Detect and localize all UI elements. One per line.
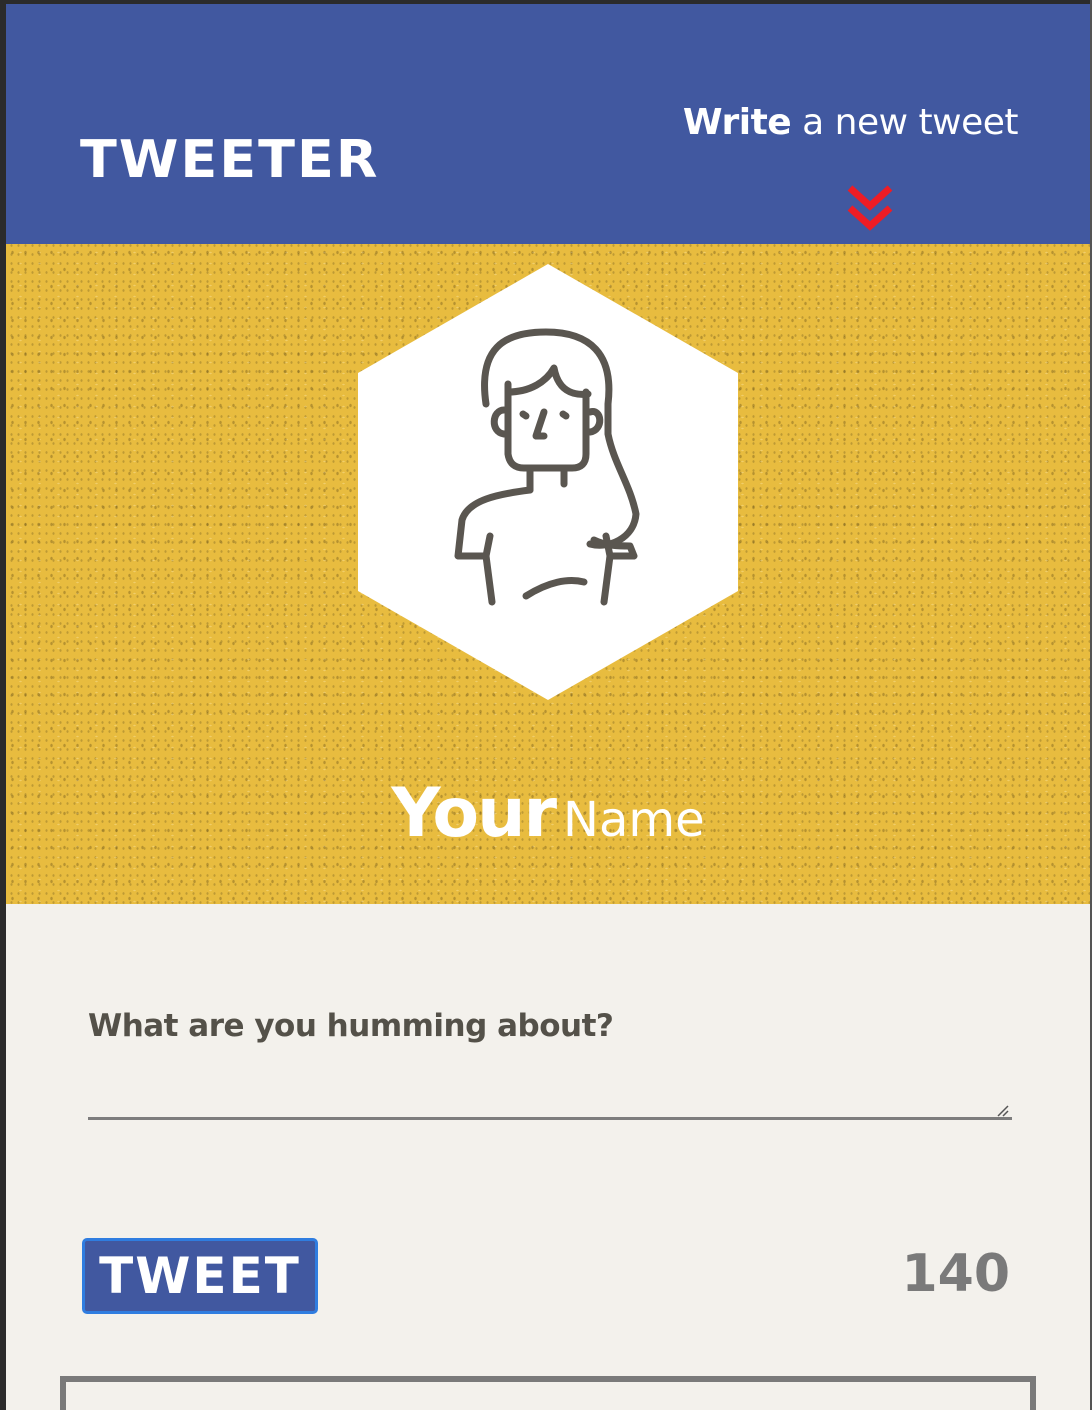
first-name: Your [391,774,557,853]
tweet-composer: What are you humming about? TWEET 140 [6,904,1090,1410]
tweet-card [60,1376,1036,1410]
app-logo[interactable]: TWEETER [80,130,379,190]
tweet-input[interactable] [88,1008,1012,1120]
top-nav: TWEETER Write a new tweet [6,4,1090,244]
avatar [358,264,738,700]
tweet-button[interactable]: TWEET [82,1238,318,1314]
compose-bold-label: Write [682,102,792,143]
compose-toggle[interactable]: Write a new tweet [682,102,1019,143]
compose-label: a new tweet [802,102,1018,143]
app-window: TWEETER Write a new tweet Your Name What… [6,4,1090,1410]
profile-section: Your Name [6,244,1090,904]
profile-name: Your Name [6,774,1090,853]
double-chevron-down-icon[interactable] [846,182,894,234]
last-name: Name [563,792,705,848]
character-counter: 140 [901,1244,1010,1304]
resize-handle-icon[interactable] [994,1102,1010,1118]
